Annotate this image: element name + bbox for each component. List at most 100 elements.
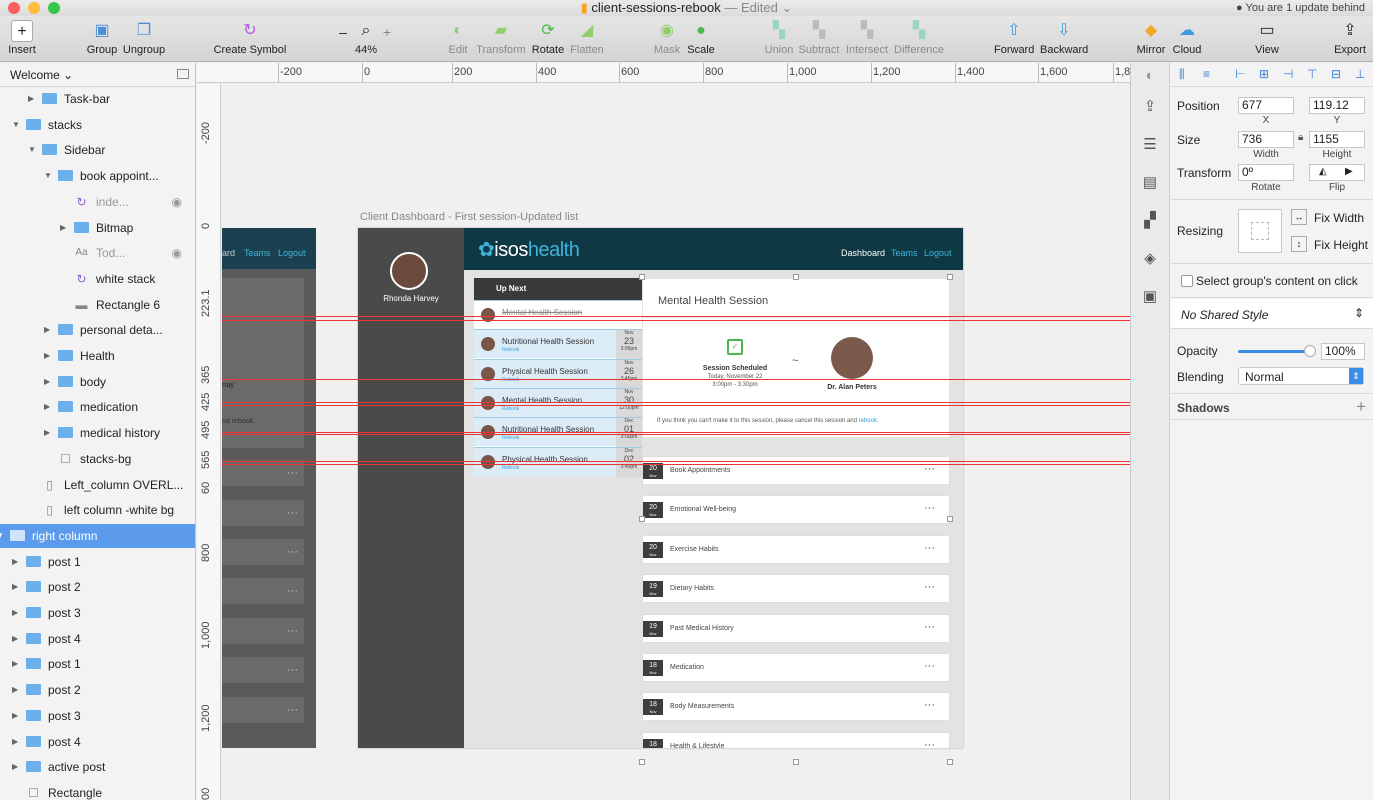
ruler-guide[interactable] [222,461,1130,462]
intersect-button[interactable]: ▚ Intersect [845,20,889,56]
resize-handle[interactable] [639,759,645,765]
post-item[interactable]: 19 Nov Dietary Habits ··· [642,574,950,604]
flip-horizontal-icon[interactable]: ◭ [1319,166,1327,177]
shared-style-select[interactable]: No Shared Style ⇕ [1171,299,1373,329]
rebook-link[interactable]: Rebook [502,347,519,353]
ruler-guide[interactable] [222,379,1130,380]
disclosure-closed-icon[interactable]: ▶ [44,421,54,445]
export-button[interactable]: ⇪ Export [1332,20,1368,56]
align-center-icon[interactable]: ⊞ [1259,67,1269,81]
layer-item[interactable]: ▼ Sidebar [0,138,195,162]
disclosure-closed-icon[interactable]: ▶ [28,87,38,111]
disclosure-closed-icon[interactable]: ▶ [44,318,54,342]
view-button[interactable]: ▭ View [1252,20,1282,56]
zoom-in-button[interactable]: + [380,24,394,40]
width-input[interactable]: 736 [1238,131,1294,148]
align-middle-icon[interactable]: ⊟ [1331,67,1341,81]
flip-vertical-icon[interactable]: ▶ [1345,166,1353,177]
document-title[interactable]: ▮ client-sessions-rebook — Edited ⌄ [581,0,793,16]
forward-button[interactable]: ⇧ Forward [994,20,1034,56]
create-symbol-button[interactable]: ↻ Create Symbol [212,20,288,56]
align-top-icon[interactable]: ⊤ [1307,67,1317,81]
disclosure-closed-icon[interactable]: ▶ [12,575,22,599]
rebook-link[interactable]: Rebook [502,435,519,441]
disclosure-closed-icon[interactable]: ▶ [12,550,22,574]
distribute-vertical-icon[interactable]: ≡ [1203,67,1210,81]
disclosure-closed-icon[interactable]: ▶ [12,652,22,676]
nav-logout[interactable]: Logout [924,248,952,258]
nav-teams[interactable]: Teams [891,248,918,258]
disclosure-closed-icon[interactable]: ▶ [44,370,54,394]
more-options-icon[interactable]: ··· [924,581,935,593]
opacity-slider[interactable] [1238,345,1316,357]
rotate-input[interactable]: 0º [1238,164,1294,181]
mirror-button[interactable]: ◆ Mirror [1136,20,1166,56]
canvas[interactable]: ard Teams Logout rray nd rebook. ··· ···… [222,84,1130,800]
cloud-button[interactable]: ☁ Cloud [1172,20,1202,56]
layer-item[interactable]: ▶ post 3 [0,601,195,625]
resize-handle[interactable] [793,759,799,765]
fix-width-label[interactable]: Fix Width [1314,211,1364,225]
align-right-icon[interactable]: ⊣ [1283,67,1293,81]
layout-icon[interactable]: ▞ [1140,211,1160,231]
backward-button[interactable]: ⇩ Backward [1040,20,1088,56]
position-x-input[interactable]: 677 [1238,97,1294,114]
layer-item[interactable]: ▶ body [0,370,195,394]
horizontal-ruler[interactable]: -200 0 200 400 600 800 1,000 1,200 1,400 1,600 1,8 [197,63,1130,83]
more-options-icon[interactable]: ··· [924,542,935,554]
layer-item[interactable]: ▶ post 1 [0,550,195,574]
layer-item[interactable]: ▶ post 1 [0,652,195,676]
distribute-horizontal-icon[interactable]: ⫼ [1179,67,1185,82]
visibility-eye-icon[interactable]: ◉ [172,241,182,265]
layer-item[interactable]: ▶ medication [0,395,195,419]
list-icon[interactable]: ▤ [1140,173,1160,193]
insert-button[interactable]: + Insert [6,20,38,56]
mask-button[interactable]: ◉ Mask [652,20,682,56]
opacity-input[interactable]: 100% [1321,343,1365,360]
up-next-item[interactable]: Physical Health SessionRebookNov263:45pm [474,358,642,389]
post-item[interactable]: 20 Nov Exercise Habits ··· [642,534,950,564]
resize-handle[interactable] [947,274,953,280]
opacity-slider-thumb[interactable] [1304,345,1316,357]
layer-item[interactable]: ▬ Rectangle 6 [0,293,195,317]
layer-item[interactable]: ▶ post 2 [0,575,195,599]
layer-item[interactable]: ↻ inde... ◉ [0,190,195,214]
align-bottom-icon[interactable]: ⊥ [1355,67,1365,81]
rebook-link[interactable]: Rebook [502,406,519,412]
disclosure-closed-icon[interactable]: ▶ [12,627,22,651]
disclosure-closed-icon[interactable]: ▶ [12,704,22,728]
layer-item[interactable]: ☐ stacks-bg [0,447,195,471]
position-y-input[interactable]: 119.12 [1309,97,1365,114]
scale-button[interactable]: ● Scale [686,20,716,56]
update-notice[interactable]: ● You are 1 update behind [1236,0,1365,16]
layer-item[interactable]: ▶ post 2 [0,678,195,702]
disclosure-closed-icon[interactable]: ▶ [12,601,22,625]
layer-item[interactable]: ▼ right column [0,523,195,548]
select-group-label[interactable]: Select group's content on click [1196,274,1358,288]
ruler-guide[interactable] [222,434,1130,435]
zoom-control[interactable]: ⌕ 44% [351,20,381,56]
rebook-link[interactable]: rebook. [859,418,879,424]
post-item[interactable]: 18Nov Health & Lifestyle ··· [642,731,950,748]
up-next-item[interactable]: Nutritional Health Session Rebook Nov 23 3:0… [474,329,642,360]
disclosure-closed-icon[interactable]: ▶ [44,344,54,368]
ruler-guide[interactable] [222,405,1130,406]
layer-item[interactable]: ▶ Health [0,344,195,368]
layer-item[interactable]: ▯ left column -white bg [0,498,195,522]
collapse-panel-icon[interactable] [177,69,189,79]
previous-artboard[interactable]: ard Teams Logout rray nd rebook. ··· ···… [222,228,316,748]
more-options-icon[interactable]: ··· [924,699,935,711]
fix-height-icon[interactable]: ↕ [1291,236,1307,252]
layer-item[interactable]: ▯ Left_column OVERL... [0,473,195,497]
page-selector[interactable]: Welcome ⌄ [0,63,195,87]
ruler-guide[interactable] [222,402,1130,403]
close-window-button[interactable] [8,2,20,14]
post-item[interactable]: 20 Nov Emotional Well-being ··· [642,495,950,525]
ungroup-button[interactable]: ❐ Ungroup [121,20,167,56]
layer-item[interactable]: ▼ book appoint... [0,164,195,188]
client-dashboard-artboard[interactable]: Rhonda Harvey ✿isoshealth Dashboard Team… [358,228,963,748]
disclosure-open-icon[interactable]: ▼ [28,138,38,162]
resize-handle[interactable] [947,759,953,765]
group-button[interactable]: ▣ Group [86,20,118,56]
layer-item[interactable]: ▶ personal deta... [0,318,195,342]
